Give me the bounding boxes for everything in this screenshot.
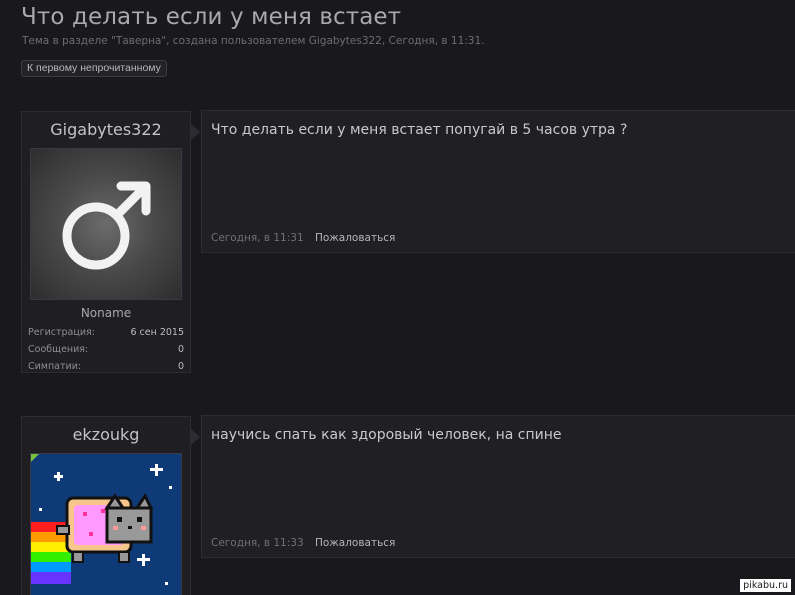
username-link[interactable]: ekzoukg — [22, 417, 190, 453]
post-text: Что делать если у меня встает попугай в … — [211, 122, 628, 138]
post-date[interactable]: Сегодня, в 11:31 — [211, 232, 304, 244]
nyan-cat-icon — [31, 454, 172, 585]
post-meta: Сегодня, в 11:31 Пожаловаться — [211, 232, 395, 244]
male-symbol-icon — [62, 181, 151, 270]
pikabu-watermark: pikabu.ru — [740, 579, 791, 592]
report-link[interactable]: Пожаловаться — [315, 232, 395, 244]
post-date[interactable]: Сегодня, в 11:33 — [211, 537, 304, 549]
stat-label: Регистрация: — [28, 327, 95, 338]
avatar[interactable] — [30, 453, 182, 595]
user-stats: Регистрация: 6 сен 2015 Сообщения: 0 Сим… — [22, 320, 190, 377]
user-title: Noname — [80, 306, 132, 320]
user-panel: Gigabytes322 Noname Регистрация: 6 сен 2… — [21, 111, 200, 373]
avatar[interactable] — [30, 148, 182, 300]
stat-messages: Сообщения: 0 — [28, 341, 184, 358]
username-link[interactable]: Gigabytes322 — [22, 112, 190, 148]
stat-label: Сообщения: — [28, 344, 89, 355]
user-panel: ekzoukg — [21, 416, 200, 595]
thread-title: Что делать если у меня встает — [21, 4, 402, 30]
stat-label: Симпатии: — [28, 361, 82, 372]
post-meta: Сегодня, в 11:33 Пожаловаться — [211, 537, 395, 549]
report-link[interactable]: Пожаловаться — [315, 537, 395, 549]
post-message: Что делать если у меня встает попугай в … — [201, 110, 795, 253]
post-message: научись спать как здоровый человек, на с… — [201, 415, 795, 558]
stat-value[interactable]: 0 — [178, 341, 184, 358]
stat-likes: Симпатии: 0 — [28, 358, 184, 375]
thread-subtitle: Тема в разделе "Таверна", создана пользо… — [22, 35, 485, 47]
stat-value: 6 сен 2015 — [130, 327, 184, 338]
first-unread-button[interactable]: К первому непрочитанному — [21, 60, 167, 77]
stat-value: 0 — [177, 361, 184, 372]
stat-registration: Регистрация: 6 сен 2015 — [28, 324, 184, 341]
post-text: научись спать как здоровый человек, на с… — [211, 427, 562, 443]
